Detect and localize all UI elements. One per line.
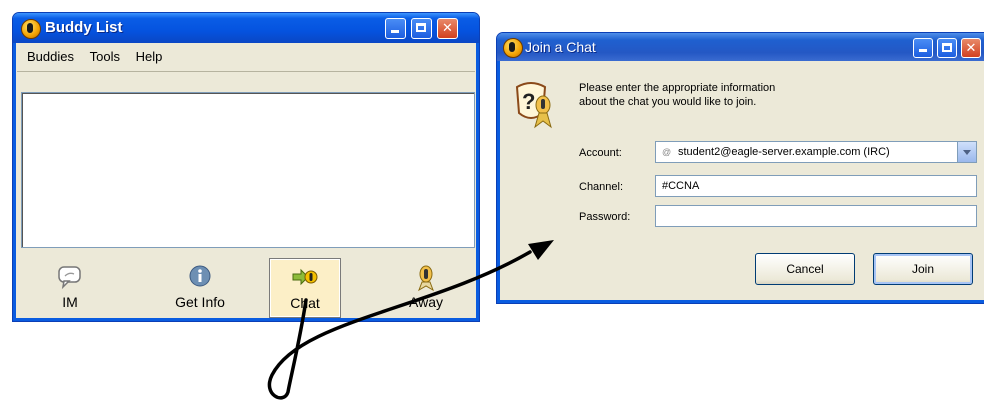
connecting-arrow bbox=[267, 240, 554, 400]
